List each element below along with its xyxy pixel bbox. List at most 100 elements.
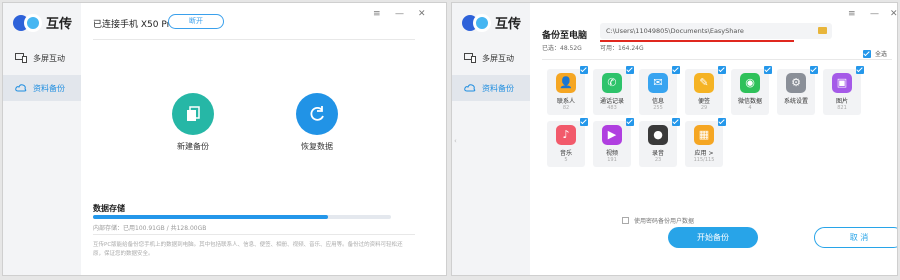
backup-item-count: 29: [700, 105, 708, 111]
menu-icon[interactable]: ≡: [373, 9, 381, 19]
checkbox-checked-icon[interactable]: [856, 66, 864, 74]
checkbox-checked-icon[interactable]: [810, 66, 818, 74]
select-all-checkbox[interactable]: 全选: [862, 49, 887, 58]
backup-item-name: 通话记录: [599, 98, 624, 105]
backup-item-name: 微信数据: [737, 98, 762, 105]
checkbox-checked-icon[interactable]: [626, 66, 634, 74]
backup-path-text: C:\Users\11049805\Documents\EasyShare: [606, 27, 744, 35]
minimize-icon[interactable]: —: [395, 9, 404, 19]
divider: [93, 39, 415, 40]
checkbox-checked-icon[interactable]: [672, 66, 680, 74]
note-icon: ✎: [694, 73, 714, 93]
backup-description: 互传PC版能给备份您手机上的数据到电脑。其中包括联系人、信息、便签、相册、视频、…: [93, 242, 403, 257]
password-backup-option[interactable]: 使用密码备份用户数据: [622, 216, 694, 225]
settings-icon: ⚙: [786, 73, 806, 93]
restore-data-label: 恢复数据: [301, 142, 333, 151]
storage-info: 内部存储：已用100.91GB / 共128.00GB: [93, 225, 207, 232]
backup-path-field[interactable]: C:\Users\11049805\Documents\EasyShare: [600, 23, 832, 39]
backup-item-tile[interactable]: ▣ 图片 821: [823, 66, 864, 115]
video-icon: ▶: [602, 125, 622, 145]
selected-size: 已选：48.52G: [542, 45, 582, 52]
backup-window: 互传 多屏互动 资料备份 ‹ ≡ — ✕ 备份至电脑 C:\Users\1104…: [451, 2, 898, 276]
checkbox-checked-icon[interactable]: [672, 118, 680, 126]
backup-item-name: 图片: [835, 98, 848, 105]
backup-item-name: 音乐: [559, 150, 572, 157]
divider: [93, 234, 415, 235]
backup-item-tile[interactable]: 👤 联系人 82: [547, 66, 588, 115]
new-backup-button[interactable]: [172, 93, 214, 135]
password-backup-label: 使用密码备份用户数据: [634, 218, 695, 225]
sidebar-item-backup[interactable]: 资料备份: [3, 75, 81, 101]
checkbox-checked-icon[interactable]: [764, 66, 772, 74]
path-underline: [600, 40, 794, 42]
app-logo: 互传: [13, 13, 72, 32]
backup-item-tile[interactable]: ✉ 信息 255: [639, 66, 680, 115]
backup-item-count: 5: [564, 157, 568, 163]
backup-item-count: 483: [607, 105, 617, 111]
screens-icon: [464, 53, 476, 63]
image-icon: ▣: [832, 73, 852, 93]
backup-destination-title: 备份至电脑: [542, 31, 588, 41]
sidebar-item-label: 资料备份: [482, 83, 514, 93]
start-backup-button[interactable]: 开始备份: [668, 227, 758, 248]
backup-item-count: 821: [837, 105, 847, 111]
cloud-sync-icon: [464, 84, 476, 92]
sidebar-item-label: 资料备份: [33, 83, 65, 93]
folder-icon[interactable]: [818, 27, 827, 34]
app-name: 互传: [46, 17, 73, 32]
minimize-icon[interactable]: —: [870, 9, 879, 19]
sidebar-item-multiscreen[interactable]: 多屏互动: [3, 45, 81, 71]
backup-item-tile[interactable]: ✎ 便签 29: [685, 66, 726, 115]
backup-item-tile[interactable]: ♪ 音乐 5: [547, 118, 588, 167]
backup-item-name: 联系人: [556, 98, 575, 105]
backup-item-count: 191: [607, 157, 617, 163]
menu-icon[interactable]: ≡: [848, 9, 856, 19]
close-icon[interactable]: ✕: [418, 9, 426, 19]
logo-icon: [462, 13, 491, 32]
cloud-sync-icon: [15, 84, 27, 92]
backup-item-count: 23: [654, 157, 662, 163]
message-icon: ✉: [648, 73, 668, 93]
app-logo: 互传: [462, 13, 521, 32]
main-panel: ≡ — ✕ 备份至电脑 C:\Users\11049805\Documents\…: [530, 3, 897, 275]
sidebar-item-label: 多屏互动: [33, 53, 65, 63]
close-icon[interactable]: ✕: [890, 9, 897, 19]
backup-item-name: 录音: [651, 150, 664, 157]
disconnect-button[interactable]: 断开: [168, 14, 224, 29]
apps-icon: ▦: [694, 125, 714, 145]
sidebar-item-backup[interactable]: 资料备份: [452, 75, 530, 101]
cancel-button[interactable]: 取 消: [814, 227, 897, 248]
phone-icon: ✆: [602, 73, 622, 93]
backup-item-name: 视频: [605, 150, 618, 157]
backup-item-tile[interactable]: ✆ 通话记录 483: [593, 66, 634, 115]
sidebar: 互传 多屏互动 资料备份: [3, 3, 81, 275]
checkbox-unchecked-icon[interactable]: [622, 217, 629, 224]
divider: [542, 59, 892, 60]
main-panel: ≡ — ✕ 已连接手机 X50 Pro 断开 新建备份 恢复数据 数据存储 内部…: [81, 3, 446, 275]
refresh-icon: [310, 106, 324, 121]
logo-icon: [13, 13, 42, 32]
checkbox-checked-icon[interactable]: [580, 66, 588, 74]
record-icon: ●: [648, 125, 668, 145]
device-name: 已连接手机 X50 Pro: [93, 20, 176, 30]
backup-item-name: 便签: [697, 98, 710, 105]
backup-item-tile[interactable]: ◉ 微信数据 4: [731, 66, 772, 115]
checkbox-checked-icon[interactable]: [580, 118, 588, 126]
collapse-arrow-icon[interactable]: ‹: [454, 137, 457, 145]
copy-icon: [187, 106, 200, 121]
checkbox-checked-icon[interactable]: [718, 118, 726, 126]
backup-item-tile[interactable]: ▶ 视频 191: [593, 118, 634, 167]
checkbox-checked-icon[interactable]: [626, 118, 634, 126]
backup-item-tile[interactable]: ● 录音 23: [639, 118, 680, 167]
backup-item-name: 系统设置: [783, 98, 808, 105]
sidebar-item-multiscreen[interactable]: 多屏互动: [452, 45, 530, 71]
backup-item-tile[interactable]: ⚙ 系统设置: [777, 66, 818, 115]
backup-item-count: 115/115: [693, 157, 715, 163]
select-all-label: 全选: [874, 51, 887, 58]
checkbox-checked-icon[interactable]: [718, 66, 726, 74]
backup-item-name: 信息: [651, 98, 664, 105]
backup-item-tile[interactable]: ▦ 应用 >115/115: [685, 118, 726, 167]
restore-data-button[interactable]: [296, 93, 338, 135]
checkbox-checked-icon: [862, 49, 871, 58]
backup-item-name: 应用 >: [694, 150, 714, 157]
